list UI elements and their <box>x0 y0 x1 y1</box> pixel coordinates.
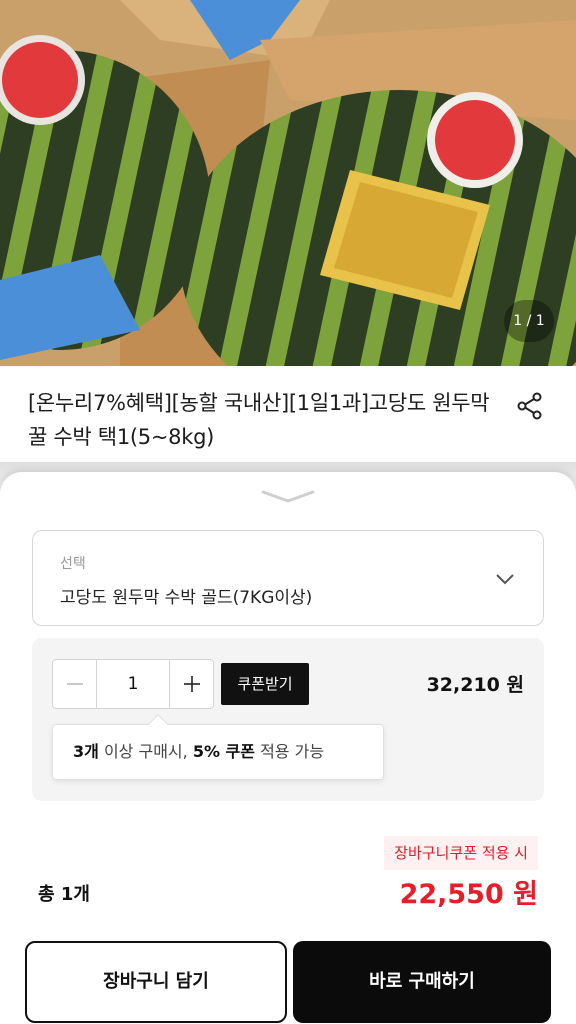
product-title: [온누리7%혜택][농할 국내산][1일1과]고당도 원두막 꿀 수박 택1(5… <box>28 391 490 449</box>
share-icon <box>517 392 542 420</box>
share-button[interactable] <box>512 388 548 424</box>
get-coupon-button[interactable]: 쿠폰받기 <box>221 663 309 705</box>
chevron-down-icon <box>496 574 514 585</box>
buy-now-button[interactable]: 바로 구매하기 <box>293 941 551 1023</box>
watermelon-photo <box>0 0 576 366</box>
option-bottom-sheet: 선택 고당도 원두막 수박 골드(7KG이상) 1 쿠폰받기 32,210 원 <box>0 472 576 1024</box>
coupon-tooltip: 3개 이상 구매시, 5% 쿠폰 적용 가능 <box>52 714 384 780</box>
tip-quantity: 3개 <box>73 742 99 761</box>
quantity-input[interactable]: 1 <box>96 660 170 708</box>
selected-option-panel: 1 쿠폰받기 32,210 원 3개 이상 구매시, 5% 쿠폰 적용 가능 <box>32 638 544 801</box>
sheet-handle[interactable] <box>258 486 318 506</box>
tip-rate: 5% 쿠폰 <box>192 742 255 761</box>
quantity-stepper: 1 <box>52 659 214 709</box>
product-image[interactable]: 1 / 1 <box>0 0 576 366</box>
cart-coupon-badge: 장바구니쿠폰 적용 시 <box>384 836 538 870</box>
increase-button[interactable] <box>170 660 213 708</box>
option-select-label: 선택 <box>60 556 86 572</box>
image-counter: 1 / 1 <box>504 300 554 342</box>
option-price: 32,210 원 <box>426 674 524 696</box>
tip-text-2: 적용 가능 <box>255 742 325 761</box>
tip-text-1: 이상 구매시, <box>98 742 193 761</box>
option-select-value: 고당도 원두막 수박 골드(7KG이상) <box>60 588 313 608</box>
handle-chevron-icon <box>261 490 315 503</box>
add-to-cart-button[interactable]: 장바구니 담기 <box>25 941 287 1023</box>
total-price: 22,550 원 <box>399 879 538 910</box>
tooltip-arrow <box>148 714 168 734</box>
minus-icon <box>66 683 83 685</box>
decrease-button[interactable] <box>53 660 96 708</box>
option-select[interactable]: 선택 고당도 원두막 수박 골드(7KG이상) <box>32 530 544 626</box>
plus-icon <box>183 676 200 692</box>
total-count: 총 1개 <box>38 884 90 905</box>
